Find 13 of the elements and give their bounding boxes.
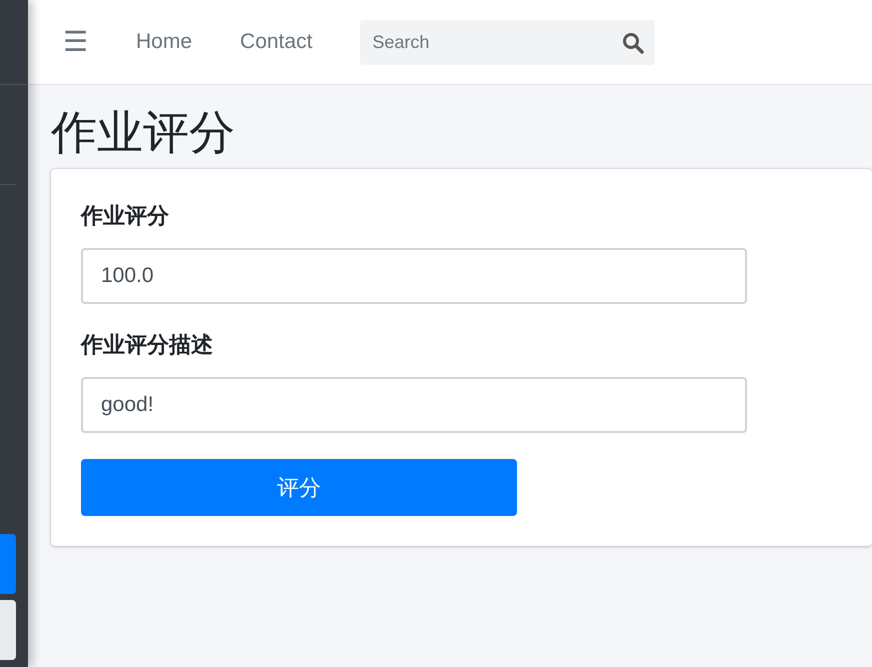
sidebar-item[interactable] (0, 534, 16, 594)
input-field[interactable]: 100.0 (81, 248, 747, 304)
sidebar-item[interactable] (0, 600, 16, 660)
nav-link[interactable]: Home (112, 26, 216, 58)
search-field[interactable]: Search (360, 20, 656, 64)
menu-icon[interactable]: ☰ (63, 28, 88, 56)
page-title: 作业评分 (51, 105, 236, 160)
search-icon[interactable] (622, 32, 644, 54)
input-field[interactable]: good! (81, 377, 747, 433)
field-label: 作业评分 (81, 202, 169, 230)
submit-button[interactable]: 评分 (81, 459, 517, 516)
field-label: 作业评分描述 (81, 331, 213, 359)
nav-link[interactable]: Contact (216, 26, 336, 58)
